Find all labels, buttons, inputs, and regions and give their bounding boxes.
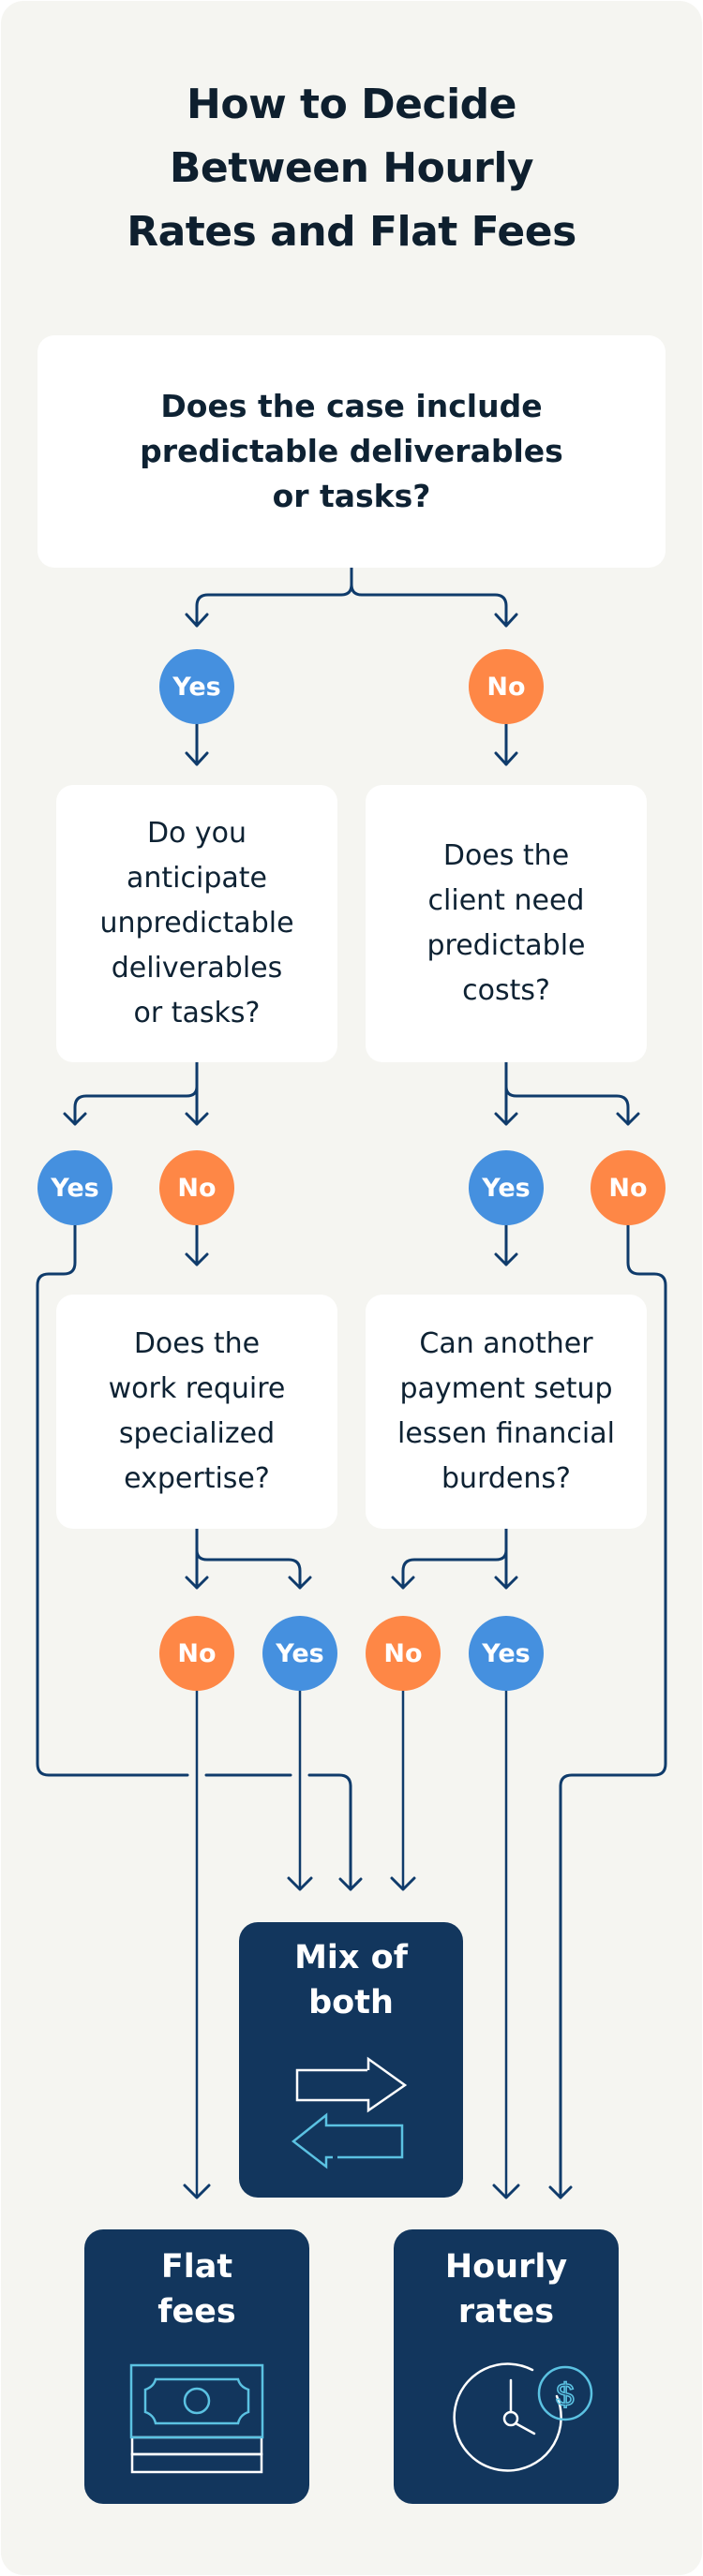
outcome-box-mix-of-both: Mix of both bbox=[239, 1922, 463, 2198]
question-box-predictable-costs: Does the client need predictable costs? bbox=[366, 785, 647, 1062]
answer-badge-no: No bbox=[469, 649, 544, 724]
question-text: Can another payment setup lessen financi… bbox=[397, 1327, 615, 1495]
answer-badge-yes: Yes bbox=[469, 1150, 544, 1225]
question-text: Does the case include predictable delive… bbox=[140, 388, 563, 514]
answer-badge-yes: Yes bbox=[159, 649, 234, 724]
clock-dollar-icon: $ bbox=[453, 2362, 593, 2472]
page-title: How to Decide Between Hourly Rates and F… bbox=[127, 81, 576, 256]
swap-arrows-icon bbox=[291, 2056, 408, 2169]
question-text: Does the work require specialized expert… bbox=[108, 1327, 286, 1495]
outcome-box-hourly-rates: Hourly rates $ bbox=[394, 2229, 619, 2504]
answer-badge-yes: Yes bbox=[37, 1150, 112, 1225]
question-text: Does the client need predictable costs? bbox=[426, 839, 586, 1007]
answer-badge-no: No bbox=[159, 1616, 234, 1691]
answer-badge-no: No bbox=[366, 1616, 441, 1691]
answer-badge-no: No bbox=[159, 1150, 234, 1225]
question-box-payment-setup: Can another payment setup lessen financi… bbox=[366, 1295, 647, 1529]
cash-stack-icon bbox=[129, 2363, 264, 2474]
answer-badge-no: No bbox=[591, 1150, 666, 1225]
outcome-box-flat-fees: Flat fees bbox=[84, 2229, 309, 2504]
answer-badge-yes: Yes bbox=[469, 1616, 544, 1691]
answer-badge-yes: Yes bbox=[262, 1616, 337, 1691]
svg-text:$: $ bbox=[557, 2377, 575, 2413]
question-text: Do you anticipate unpredictable delivera… bbox=[99, 817, 294, 1029]
question-box-unpredictable-deliverables: Do you anticipate unpredictable delivera… bbox=[56, 785, 337, 1062]
question-box-specialized-expertise: Does the work require specialized expert… bbox=[56, 1295, 337, 1529]
question-box-predictable-deliverables: Does the case include predictable delive… bbox=[37, 335, 666, 568]
